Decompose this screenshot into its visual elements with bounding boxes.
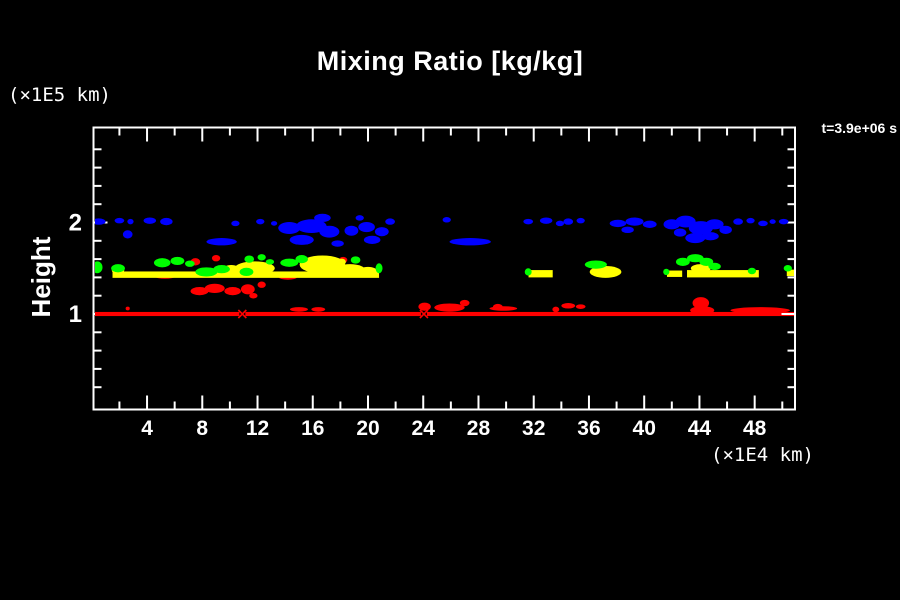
x-tick-label: 48 bbox=[743, 417, 767, 440]
x-tick-label: 40 bbox=[633, 417, 656, 440]
x-tick-label: 20 bbox=[356, 417, 379, 440]
plot-canvas: Mixing Ratio [kg/kg] (×1E5 km) t=3.9e+06… bbox=[0, 0, 900, 600]
plot-frame bbox=[94, 128, 796, 410]
data-layer bbox=[92, 214, 797, 318]
y-tick-label: 2 bbox=[69, 210, 82, 237]
series-mid-layer-green bbox=[92, 254, 792, 276]
x-tick-label: 32 bbox=[522, 417, 545, 440]
x-tick-label: 44 bbox=[688, 417, 712, 440]
x-tick-label: 28 bbox=[467, 417, 491, 440]
series-upper-layer-blue bbox=[92, 214, 789, 247]
x-tick-label: 8 bbox=[196, 417, 208, 440]
x-tick-label: 12 bbox=[246, 417, 269, 440]
x-tick-label: 24 bbox=[412, 417, 436, 440]
x-tick-label: 4 bbox=[141, 417, 153, 440]
plot-area: 481216202428323640444812 bbox=[0, 0, 900, 600]
x-tick-label: 16 bbox=[301, 417, 324, 440]
series-surface-layer-red bbox=[94, 255, 796, 318]
y-tick-label: 1 bbox=[69, 301, 82, 328]
x-tick-label: 36 bbox=[577, 417, 600, 440]
